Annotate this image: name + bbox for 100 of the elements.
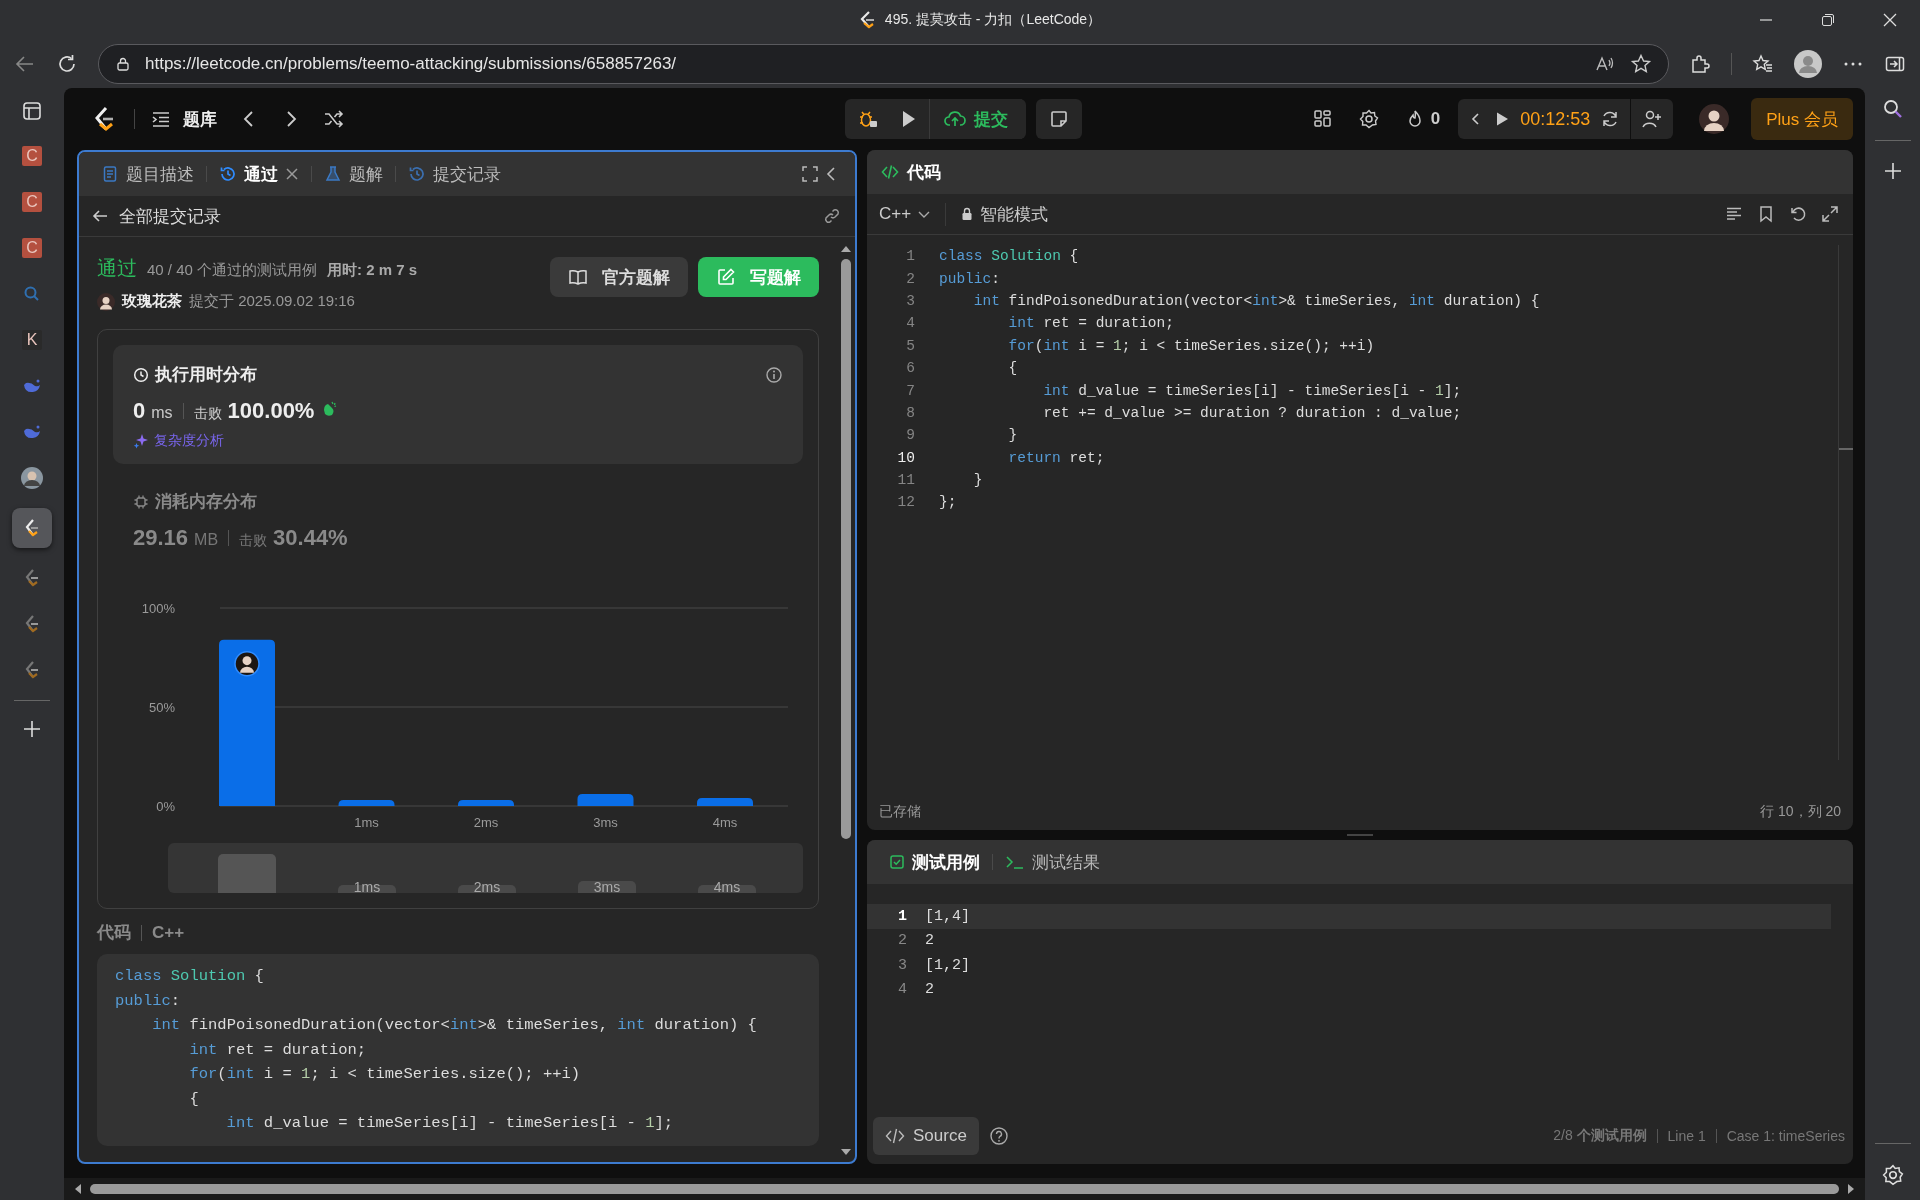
close-icon[interactable]	[1882, 12, 1898, 28]
settings-icon[interactable]	[1358, 109, 1379, 129]
edit-icon	[716, 267, 736, 287]
memory-card[interactable]: 消耗内存分布 29.16 MB 击败 30.44%	[113, 472, 803, 565]
layout-icon[interactable]	[1312, 109, 1333, 129]
status-text: 通过	[97, 256, 137, 281]
panel-tab[interactable]: 题目描述	[93, 162, 202, 186]
line-number: 10	[896, 449, 915, 466]
expand-icon[interactable]	[1821, 205, 1839, 223]
reload-icon[interactable]	[56, 53, 78, 75]
sparkle-icon	[133, 433, 149, 449]
scrollbar[interactable]	[1838, 245, 1853, 760]
code-line: {	[1007, 360, 1018, 377]
brush-label: 4ms	[713, 879, 741, 893]
back-link[interactable]: 全部提交记录	[91, 204, 221, 228]
shuffle-icon[interactable]	[323, 108, 345, 130]
chart-bar[interactable]	[338, 800, 395, 806]
info-icon[interactable]	[765, 365, 783, 384]
restore-icon[interactable]	[1820, 12, 1836, 28]
link-icon[interactable]	[823, 207, 841, 225]
line-number: 8	[905, 404, 915, 421]
panel-tab[interactable]: 测试用例	[881, 850, 988, 874]
star-icon[interactable]	[1630, 53, 1652, 75]
code-line: {	[188, 1088, 200, 1110]
history-icon	[219, 165, 237, 183]
app-letter-icon: K	[22, 330, 42, 350]
problem-list-link[interactable]: 题库	[151, 107, 217, 131]
puzzle-icon[interactable]	[1689, 53, 1711, 75]
bookmark-icon[interactable]	[1757, 205, 1775, 223]
panel-tab[interactable]: 提交记录	[400, 162, 509, 186]
fullscreen-icon[interactable]	[801, 165, 819, 183]
footer-info: Case 1: timeSeries	[1726, 1128, 1845, 1144]
code-label: 代码	[97, 922, 131, 944]
line-number: 1	[905, 248, 915, 265]
plus-membership-button[interactable]: Plus 会员	[1751, 98, 1853, 140]
document-icon	[101, 165, 119, 183]
close-tab-icon[interactable]	[285, 167, 299, 181]
testcase-text: [1,4]	[925, 907, 970, 925]
line-number: 1	[897, 907, 907, 925]
address-bar[interactable]: https://leetcode.cn/problems/teemo-attacking/submissions/658857263/	[98, 44, 1669, 84]
flask-icon	[324, 165, 342, 183]
line-number: 12	[896, 494, 915, 511]
username[interactable]: 玫瑰花茶	[122, 292, 182, 311]
code-line: int findPoisonedDuration(vector<int>& timeSeries, int duration) {	[151, 1015, 758, 1036]
help-icon[interactable]	[988, 1126, 1009, 1146]
panel-tab[interactable]: 测试结果	[997, 850, 1108, 874]
elapsed-time: 用时: 2 m 7 s	[327, 261, 418, 280]
line-number: 3	[897, 956, 907, 974]
window-title: 495. 提莫攻击 - 力扣（LeetCode）	[884, 11, 1102, 29]
smart-mode-toggle[interactable]: 智能模式	[945, 202, 1049, 226]
code-line: for(int i = 1; i < timeSeries.size(); ++i)	[1007, 337, 1375, 354]
history-icon	[408, 165, 426, 183]
submitted-time: 提交于 2025.09.02 19:16	[189, 292, 355, 311]
language-dropdown[interactable]: C++	[879, 204, 932, 224]
line-number: 2	[897, 932, 907, 950]
scrollbar-thumb[interactable]	[90, 1184, 1839, 1194]
settings-icon[interactable]	[1881, 1164, 1904, 1186]
code-icon	[881, 163, 899, 181]
sidebar-app[interactable]: K	[12, 324, 52, 356]
user-avatar[interactable]	[1699, 104, 1730, 134]
cursor-position: 行 10，列 20	[1760, 803, 1841, 821]
stat-value: 0	[133, 398, 146, 424]
stat-unit: ms	[151, 404, 173, 422]
favorites-icon[interactable]	[1752, 53, 1774, 75]
submit-button[interactable]: 提交	[929, 99, 1022, 139]
sidebar-app[interactable]	[12, 508, 52, 548]
code-line: }	[1007, 427, 1018, 444]
line-number: 4	[897, 981, 907, 999]
search-icon[interactable]	[1881, 98, 1904, 120]
url-text: https://leetcode.cn/problems/teemo-attacking/submissions/658857263/	[145, 54, 677, 74]
code-line: ret += d_value >= duration ? duration : d_value;	[1042, 404, 1462, 421]
add-icon[interactable]	[1882, 161, 1903, 181]
chart-bar[interactable]	[219, 639, 275, 806]
line-number: 4	[905, 315, 915, 332]
user-avatar	[234, 650, 260, 677]
tabs-icon[interactable]	[21, 100, 43, 122]
add-icon[interactable]	[22, 719, 42, 739]
code-line: };	[939, 494, 957, 511]
undo-icon[interactable]	[1789, 205, 1807, 223]
runtime-card[interactable]: 执行用时分布 0 ms 击败 100.00% 复杂度分析	[113, 345, 803, 464]
panel-tab[interactable]: 题解	[316, 162, 391, 186]
book-icon	[568, 267, 588, 287]
format-icon[interactable]	[1725, 205, 1743, 223]
code-line: int ret = duration;	[1007, 315, 1174, 332]
source-button[interactable]: Source	[873, 1117, 979, 1155]
x-tick-label: 1ms	[354, 815, 379, 830]
y-tick-label: 50%	[148, 700, 175, 715]
app-letter-icon: C	[22, 238, 42, 258]
line-number: 3	[905, 292, 915, 309]
lock-icon	[115, 56, 131, 72]
scrollbar-thumb[interactable]	[841, 259, 851, 839]
panel-tab[interactable]: 通过	[211, 162, 307, 186]
code-line: int findPoisonedDuration(vector<int>& timeSeries, int duration) {	[972, 292, 1540, 309]
add-user-icon[interactable]	[1641, 108, 1664, 130]
code-line: for(int i = 1; i < timeSeries.size(); ++i)	[188, 1064, 582, 1085]
language-label: C++	[152, 922, 185, 943]
range-brush[interactable]: 1ms 2ms 3ms 4ms	[168, 843, 803, 893]
profile-icon[interactable]	[1794, 50, 1822, 78]
beats-percent: 100.00%	[227, 398, 315, 424]
official-solution-button[interactable]: 官方题解	[550, 257, 688, 297]
